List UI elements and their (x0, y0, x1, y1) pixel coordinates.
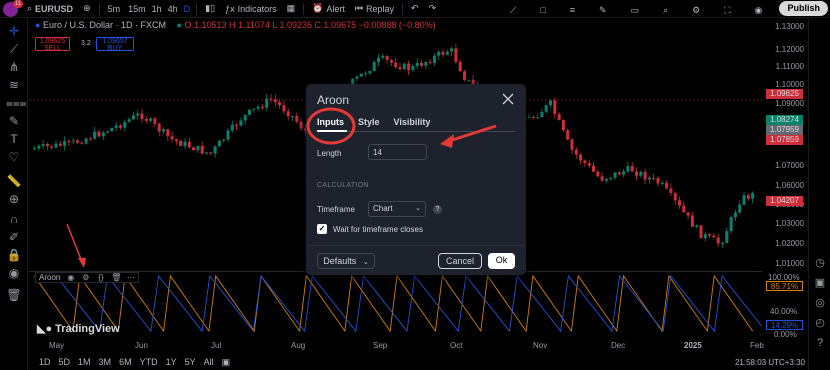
cancel-button[interactable]: Cancel (438, 253, 482, 269)
length-label: Length (317, 149, 342, 158)
tab-visibility[interactable]: Visibility (394, 117, 431, 127)
dialog-title: Aroon (317, 93, 350, 107)
timeframe-value: Chart (373, 204, 393, 213)
defaults-dropdown[interactable]: Defaults ⌄ (317, 253, 375, 269)
section-calculation: CALCULATION (317, 182, 369, 189)
close-icon[interactable] (502, 93, 514, 105)
dialog-tabs: Inputs Style Visibility (317, 117, 430, 127)
timeframe-select[interactable]: Chart ⌄ (368, 201, 426, 217)
dialog-footer-divider (306, 245, 526, 246)
tab-style[interactable]: Style (358, 117, 380, 127)
ok-button[interactable]: Ok (488, 253, 515, 269)
timeframe-label: Timeframe (317, 205, 355, 214)
tab-inputs[interactable]: Inputs (317, 117, 344, 127)
chevron-down-icon: ⌄ (362, 259, 369, 266)
length-input[interactable] (368, 144, 427, 160)
aroon-settings-dialog: Aroon Inputs Style Visibility Length CAL… (306, 84, 526, 275)
defaults-label: Defaults (323, 256, 357, 266)
active-tab-indicator (317, 130, 347, 132)
wait-close-checkbox[interactable]: ✓ (317, 224, 327, 234)
wait-close-label: Wait for timeframe closes (333, 225, 423, 234)
chevron-down-icon: ⌄ (415, 205, 421, 212)
info-icon[interactable]: ? (433, 205, 442, 214)
